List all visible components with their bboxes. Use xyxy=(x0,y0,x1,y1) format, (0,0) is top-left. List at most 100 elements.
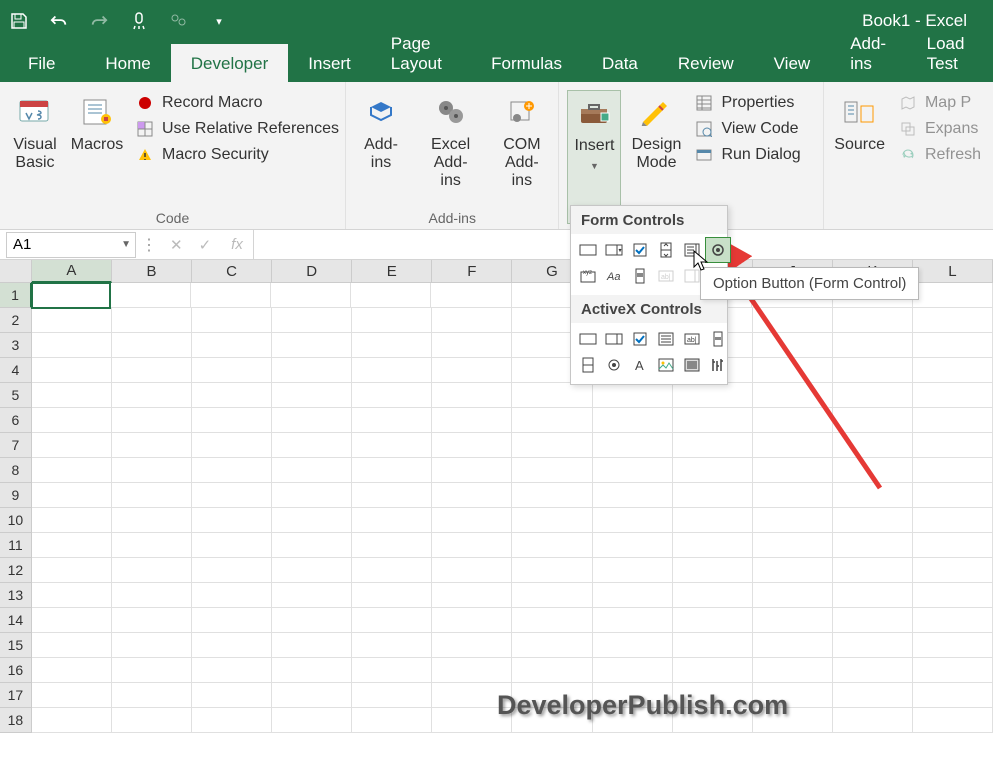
tab-review[interactable]: Review xyxy=(658,44,754,82)
cell[interactable] xyxy=(913,558,993,583)
cell[interactable] xyxy=(593,658,673,683)
col-header-L[interactable]: L xyxy=(913,260,993,283)
cell[interactable] xyxy=(112,458,192,483)
cell[interactable] xyxy=(112,483,192,508)
tab-file[interactable]: File xyxy=(20,44,85,82)
cell[interactable] xyxy=(32,583,112,608)
ax-label-icon[interactable]: A xyxy=(627,352,653,378)
macro-security-button[interactable]: Macro Security xyxy=(132,144,343,166)
cell[interactable] xyxy=(192,608,272,633)
cell[interactable] xyxy=(192,583,272,608)
ax-scrollbar-icon[interactable] xyxy=(705,326,731,352)
cell[interactable] xyxy=(32,358,112,383)
cell[interactable] xyxy=(352,658,432,683)
cell[interactable] xyxy=(112,683,192,708)
cell[interactable] xyxy=(32,433,112,458)
row-header[interactable]: 7 xyxy=(0,433,32,458)
redo-icon[interactable] xyxy=(90,12,108,30)
cell[interactable] xyxy=(32,683,112,708)
cell[interactable] xyxy=(272,383,352,408)
tab-page-layout[interactable]: Page Layout xyxy=(371,24,471,82)
cell[interactable] xyxy=(192,658,272,683)
cell[interactable] xyxy=(913,608,993,633)
chevron-down-icon[interactable]: ▼ xyxy=(121,239,131,250)
cell[interactable] xyxy=(272,608,352,633)
cell[interactable] xyxy=(352,683,432,708)
use-relative-references-button[interactable]: Use Relative References xyxy=(132,118,343,140)
cell[interactable] xyxy=(112,658,192,683)
cell[interactable] xyxy=(512,558,592,583)
cell[interactable] xyxy=(112,308,192,333)
cell[interactable] xyxy=(431,283,511,308)
cell[interactable] xyxy=(112,633,192,658)
cell[interactable] xyxy=(512,633,592,658)
cell[interactable] xyxy=(593,558,673,583)
cell[interactable] xyxy=(432,508,512,533)
qat-customize-icon[interactable]: ▾ xyxy=(210,12,228,30)
cell[interactable] xyxy=(753,408,833,433)
save-icon[interactable] xyxy=(10,12,28,30)
form-option-button-icon[interactable] xyxy=(705,237,731,263)
cell[interactable] xyxy=(32,708,112,733)
cell[interactable] xyxy=(512,408,592,433)
com-addins-button[interactable]: COM Add-ins xyxy=(493,90,550,208)
cell[interactable] xyxy=(272,583,352,608)
form-spinner-icon[interactable] xyxy=(653,237,679,263)
cell[interactable] xyxy=(673,533,753,558)
cell[interactable] xyxy=(192,633,272,658)
addins-button[interactable]: Add- ins xyxy=(354,90,408,208)
cell[interactable] xyxy=(272,658,352,683)
cell[interactable] xyxy=(32,533,112,558)
cell[interactable] xyxy=(913,283,993,308)
cell[interactable] xyxy=(112,558,192,583)
cell[interactable] xyxy=(512,508,592,533)
name-box[interactable]: A1 ▼ xyxy=(6,232,136,258)
form-listbox-icon[interactable] xyxy=(679,237,705,263)
cell[interactable] xyxy=(913,583,993,608)
cell[interactable] xyxy=(272,433,352,458)
cell[interactable] xyxy=(112,433,192,458)
cell[interactable] xyxy=(32,508,112,533)
cell[interactable] xyxy=(673,433,753,458)
cell[interactable] xyxy=(352,633,432,658)
cell[interactable] xyxy=(272,508,352,533)
cell[interactable] xyxy=(833,608,913,633)
cell[interactable] xyxy=(512,433,592,458)
cell[interactable] xyxy=(352,608,432,633)
cell[interactable] xyxy=(432,558,512,583)
cell[interactable] xyxy=(432,383,512,408)
cell[interactable] xyxy=(432,408,512,433)
cell[interactable] xyxy=(272,358,352,383)
refresh-button[interactable]: Refresh xyxy=(895,144,985,166)
cell[interactable] xyxy=(112,358,192,383)
record-macro-button[interactable]: Record Macro xyxy=(132,92,343,114)
cell[interactable] xyxy=(352,533,432,558)
cell[interactable] xyxy=(753,633,833,658)
cell[interactable] xyxy=(32,483,112,508)
cell[interactable] xyxy=(833,408,913,433)
cell[interactable] xyxy=(432,608,512,633)
tab-view[interactable]: View xyxy=(754,44,831,82)
row-header[interactable]: 14 xyxy=(0,608,32,633)
cell[interactable] xyxy=(512,383,592,408)
cell[interactable] xyxy=(352,583,432,608)
cell[interactable] xyxy=(272,633,352,658)
cell[interactable] xyxy=(192,308,272,333)
cell[interactable] xyxy=(192,433,272,458)
cell[interactable] xyxy=(833,633,913,658)
row-header[interactable]: 15 xyxy=(0,633,32,658)
cell[interactable] xyxy=(753,533,833,558)
macros-button[interactable]: Macros xyxy=(70,90,124,208)
cell[interactable] xyxy=(32,408,112,433)
cell[interactable] xyxy=(673,508,753,533)
tab-load-test[interactable]: Load Test xyxy=(907,24,993,82)
cell[interactable] xyxy=(833,533,913,558)
cell[interactable] xyxy=(913,308,993,333)
cell[interactable] xyxy=(352,508,432,533)
ax-commandbutton-icon[interactable] xyxy=(575,326,601,352)
cell[interactable] xyxy=(753,558,833,583)
cell[interactable] xyxy=(432,433,512,458)
col-header-C[interactable]: C xyxy=(192,260,272,283)
cell[interactable] xyxy=(112,533,192,558)
cell[interactable] xyxy=(192,508,272,533)
